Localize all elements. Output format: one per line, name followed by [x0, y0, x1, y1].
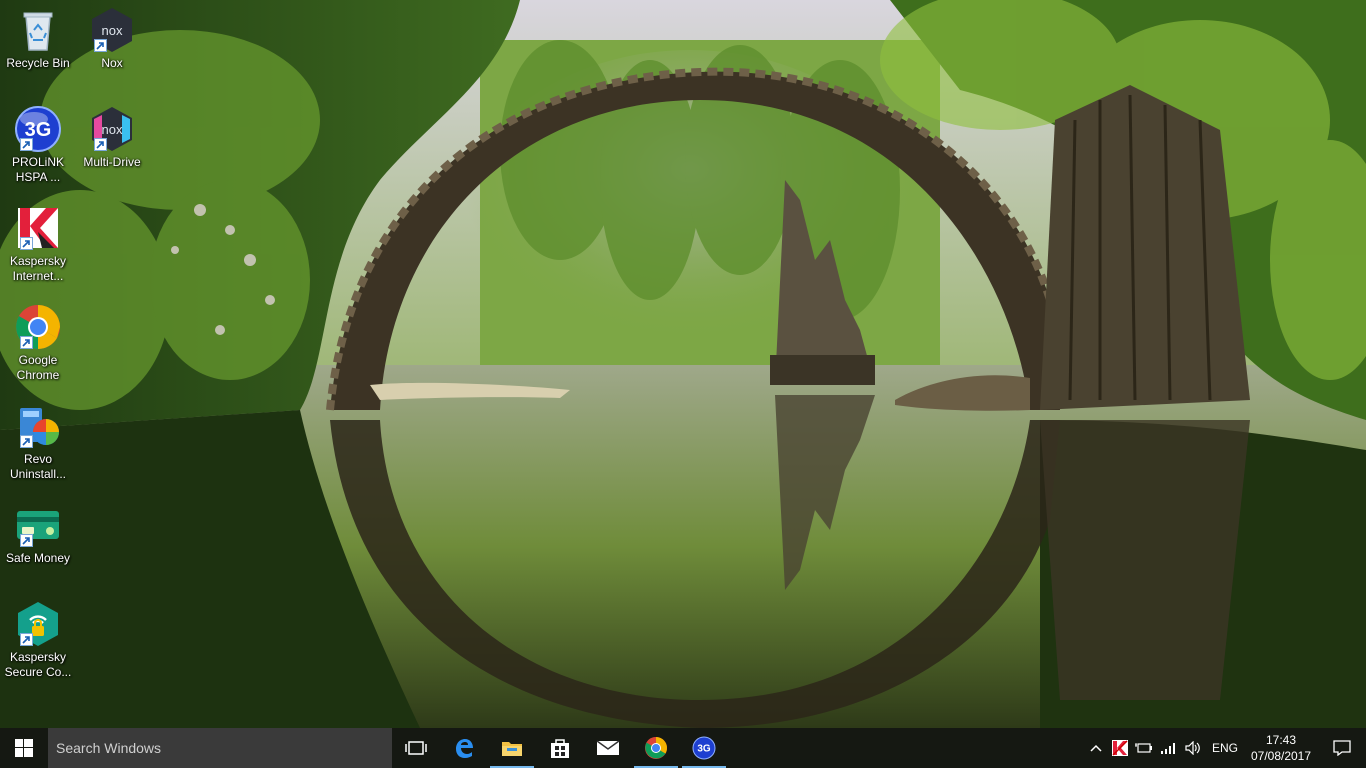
notification-icon: [1333, 740, 1351, 756]
clock-date: 07/08/2017: [1250, 749, 1312, 763]
start-button[interactable]: [0, 728, 48, 768]
desktop-icon-prolink-hspa[interactable]: 3G PROLiNK HSPA ...: [0, 101, 76, 197]
tray-power[interactable]: [1132, 728, 1156, 768]
svg-text:nox: nox: [102, 23, 123, 38]
tray-volume[interactable]: [1180, 728, 1206, 768]
windows-logo-icon: [15, 739, 33, 757]
taskbar-mail[interactable]: [584, 728, 632, 768]
desktop-icon-label: PROLiNK HSPA ...: [11, 155, 64, 184]
recycle-bin-icon: [14, 6, 62, 54]
battery-plug-icon: [1135, 743, 1152, 753]
desktop-icon-label: Kaspersky Secure Co...: [4, 650, 72, 679]
nox-icon: nox: [88, 6, 136, 54]
desktop[interactable]: Recycle Bin 3G PROLiNK HSPA ... Kaspersk…: [0, 0, 1366, 768]
desktop-icon-label: Multi-Drive: [83, 155, 141, 169]
action-center-button[interactable]: [1318, 728, 1366, 768]
prolink-3g-icon: 3G: [692, 736, 716, 760]
shortcut-arrow-icon: [20, 336, 33, 349]
shortcut-arrow-icon: [94, 39, 107, 52]
taskbar-edge[interactable]: [440, 728, 488, 768]
search-placeholder: Search Windows: [56, 740, 162, 756]
tray-network[interactable]: [1156, 728, 1180, 768]
chevron-up-icon: [1090, 744, 1102, 752]
clock[interactable]: 17:43 07/08/2017: [1244, 728, 1318, 768]
mail-icon: [596, 740, 620, 755]
desktop-icon-label: Nox: [101, 56, 123, 70]
desktop-icon-label: Google Chrome: [16, 353, 60, 382]
search-box[interactable]: Search Windows: [48, 728, 392, 768]
shortcut-arrow-icon: [20, 138, 33, 151]
clock-time: 17:43: [1265, 733, 1297, 747]
shortcut-arrow-icon: [20, 237, 33, 250]
shortcut-arrow-icon: [20, 435, 33, 448]
system-tray: ENG 17:43 07/08/2017: [1084, 728, 1366, 768]
kaspersky-secure-connection-icon: [14, 600, 62, 648]
taskbar-store[interactable]: [536, 728, 584, 768]
desktop-icon-kaspersky-internet[interactable]: Kaspersky Internet...: [0, 200, 76, 296]
prolink-3g-icon: 3G: [14, 105, 62, 153]
file-explorer-icon: [502, 742, 522, 756]
store-icon: [551, 739, 569, 758]
speaker-icon: [1185, 741, 1200, 755]
svg-text:3G: 3G: [697, 744, 711, 755]
shortcut-arrow-icon: [20, 534, 33, 547]
task-view-icon: [405, 741, 427, 755]
signal-bars-icon: [1161, 743, 1175, 754]
task-view-button[interactable]: [392, 728, 440, 768]
taskbar-prolink[interactable]: 3G: [680, 728, 728, 768]
chrome-icon: [645, 737, 667, 759]
desktop-icon-recycle-bin[interactable]: Recycle Bin: [0, 2, 76, 98]
taskbar-file-explorer[interactable]: [488, 728, 536, 768]
shortcut-arrow-icon: [94, 138, 107, 151]
desktop-icon-label: Recycle Bin: [6, 56, 70, 70]
tray-language[interactable]: ENG: [1206, 728, 1244, 768]
desktop-icons-col1: Recycle Bin 3G PROLiNK HSPA ... Kaspersk…: [0, 2, 76, 695]
edge-icon: [456, 739, 473, 758]
revo-uninstaller-icon: [14, 402, 62, 450]
desktop-icon-safe-money[interactable]: Safe Money: [0, 497, 76, 593]
desktop-icons-col2: nox Nox nox Multi-Drive: [74, 2, 150, 200]
desktop-icon-label: Revo Uninstall...: [9, 452, 67, 481]
taskbar-chrome[interactable]: [632, 728, 680, 768]
taskbar: Search Windows 3G ENG 17:43 07/08/2017: [0, 728, 1366, 768]
desktop-icon-multi-drive[interactable]: nox Multi-Drive: [74, 101, 150, 197]
show-hidden-icons-button[interactable]: [1084, 728, 1108, 768]
svg-text:nox: nox: [102, 122, 123, 137]
safe-money-icon: [14, 501, 62, 549]
desktop-icon-label: Kaspersky Internet...: [9, 254, 67, 283]
nox-multi-drive-icon: nox: [88, 105, 136, 153]
wallpaper: [0, 0, 1366, 768]
chrome-icon: [14, 303, 62, 351]
desktop-icon-label: Safe Money: [5, 551, 71, 565]
kaspersky-tray-icon: [1112, 740, 1128, 756]
desktop-icon-google-chrome[interactable]: Google Chrome: [0, 299, 76, 395]
desktop-icon-revo-uninstaller[interactable]: Revo Uninstall...: [0, 398, 76, 494]
tray-kaspersky[interactable]: [1108, 728, 1132, 768]
desktop-icon-kaspersky-secure-connection[interactable]: Kaspersky Secure Co...: [0, 596, 76, 692]
shortcut-arrow-icon: [20, 633, 33, 646]
kaspersky-internet-icon: [14, 204, 62, 252]
desktop-icon-nox[interactable]: nox Nox: [74, 2, 150, 98]
